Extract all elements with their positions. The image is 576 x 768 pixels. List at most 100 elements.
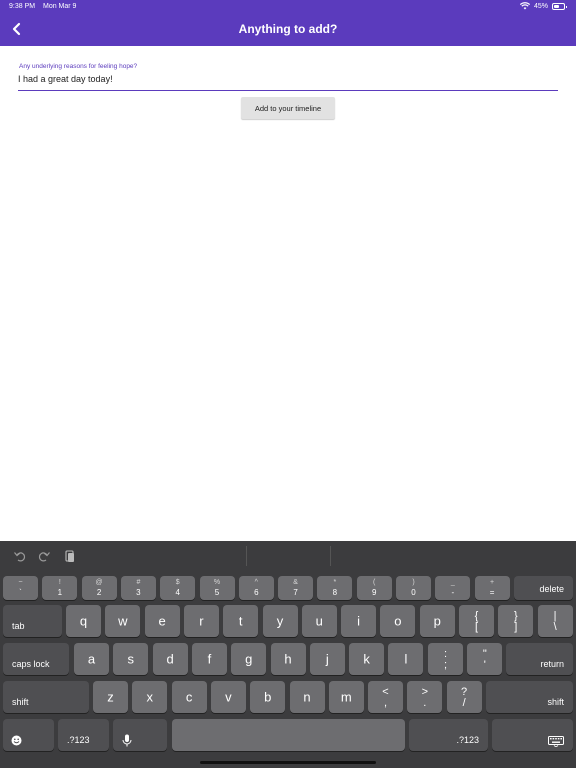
key-r[interactable]: r <box>183 605 219 637</box>
key-label: * <box>333 579 337 586</box>
key-label: r <box>199 613 204 629</box>
key-label: 3 <box>136 588 141 597</box>
wifi-icon <box>519 2 530 10</box>
key-label: f <box>207 651 212 667</box>
key-f[interactable]: f <box>191 643 227 675</box>
key-row1-11[interactable]: _ - <box>435 576 471 600</box>
key-row1-9[interactable]: (9 <box>356 576 392 600</box>
key-label: $ <box>175 579 180 586</box>
key-row3-sym-1[interactable]: " ' <box>467 643 503 675</box>
key-m[interactable]: m <box>328 681 364 713</box>
key-label: g <box>245 651 253 667</box>
key-d[interactable]: d <box>152 643 188 675</box>
key-j[interactable]: j <box>309 643 345 675</box>
key-row1-6[interactable]: ^ 6 <box>238 576 274 600</box>
key-l[interactable]: l <box>388 643 424 675</box>
key-row2-sym-2[interactable]: | \ <box>537 605 573 637</box>
add-to-timeline-button[interactable]: Add to your timeline <box>241 97 335 119</box>
key-g[interactable]: g <box>231 643 267 675</box>
microphone-icon <box>122 734 132 747</box>
keyboard-dismiss-key[interactable] <box>492 719 573 751</box>
key-k[interactable]: k <box>349 643 385 675</box>
key-label: m <box>340 689 352 705</box>
key-i[interactable]: i <box>341 605 377 637</box>
key-label: e <box>158 613 166 629</box>
key-row1-12[interactable]: + = <box>474 576 510 600</box>
key-v[interactable]: v <box>210 681 246 713</box>
key-row1-1[interactable]: ! 1 <box>42 576 78 600</box>
key-row4-sym-2[interactable]: ? / <box>446 681 482 713</box>
key-label: d <box>166 651 174 667</box>
reason-input[interactable] <box>18 72 558 91</box>
key-row1-0[interactable]: ~ ` <box>3 576 38 600</box>
key-row1-4[interactable]: $4 <box>160 576 196 600</box>
caps-lock-key[interactable]: caps lock <box>3 643 69 675</box>
numbers-key-right[interactable]: .?123 <box>409 719 488 751</box>
key-b[interactable]: b <box>250 681 286 713</box>
key-n[interactable]: n <box>289 681 325 713</box>
key-row2-sym-0[interactable]: {[ <box>459 605 494 637</box>
redo-icon[interactable] <box>37 549 51 563</box>
key-label: ; <box>443 659 448 671</box>
shift-right-key[interactable]: shift <box>486 681 573 713</box>
key-row2-sym-1[interactable]: }] <box>498 605 534 637</box>
emoji-key[interactable] <box>3 719 54 751</box>
toolbar-divider <box>246 546 247 566</box>
dictation-key[interactable] <box>113 719 167 751</box>
key-row4-sym-1[interactable]: >. <box>407 681 443 713</box>
key-label: t <box>238 613 243 629</box>
key-label: i <box>357 613 361 629</box>
key-row1-10[interactable]: ) 0 <box>396 576 431 600</box>
key-row1-8[interactable]: * 8 <box>317 576 353 600</box>
key-label: ^ <box>254 579 258 586</box>
key-row1-2[interactable]: @2 <box>81 576 117 600</box>
key-s[interactable]: s <box>113 643 149 675</box>
page-title: Anything to add? <box>238 22 338 36</box>
key-q[interactable]: q <box>66 605 101 637</box>
key-p[interactable]: p <box>419 605 455 637</box>
shift-left-key[interactable]: shift <box>3 681 89 713</box>
key-w[interactable]: w <box>105 605 141 637</box>
key-c[interactable]: c <box>171 681 207 713</box>
key-u[interactable]: u <box>301 605 337 637</box>
key-label: w <box>118 613 128 629</box>
key-e[interactable]: e <box>144 605 180 637</box>
key-t[interactable]: t <box>223 605 259 637</box>
key-label: 5 <box>214 588 220 597</box>
key-label: o <box>394 613 402 629</box>
tab-key[interactable]: tab <box>3 605 62 637</box>
numbers-key-left[interactable]: .?123 <box>58 719 109 751</box>
key-label: [ <box>474 621 479 633</box>
key-label: 8 <box>332 588 338 597</box>
key-label: ] <box>514 621 518 633</box>
key-o[interactable]: o <box>380 605 416 637</box>
key-y[interactable]: y <box>262 605 298 637</box>
delete-key[interactable]: delete <box>514 576 573 600</box>
key-row3-sym-0[interactable]: :; <box>428 643 463 675</box>
key-label: c <box>185 689 193 705</box>
key-h[interactable]: h <box>270 643 306 675</box>
key-row4-sym-0[interactable]: <, <box>368 681 403 713</box>
status-date: Mon Mar 9 <box>43 3 77 10</box>
battery-icon <box>552 2 567 10</box>
battery-percent: 45% <box>533 2 548 10</box>
key-label: # <box>136 579 141 586</box>
key-a[interactable]: a <box>74 643 109 675</box>
return-key[interactable]: return <box>506 643 573 675</box>
key-x[interactable]: x <box>132 681 168 713</box>
key-label: q <box>79 613 88 629</box>
key-label: , <box>383 697 388 709</box>
key-row1-3[interactable]: #3 <box>120 576 156 600</box>
key-label: k <box>363 651 370 667</box>
space-key[interactable] <box>172 719 405 751</box>
key-label: x <box>146 689 154 705</box>
key-z[interactable]: z <box>93 681 128 713</box>
key-row1-7[interactable]: & 7 <box>278 576 314 600</box>
key-label: caps lock <box>12 659 50 669</box>
key-label: s <box>127 651 135 667</box>
key-label: .?123 <box>67 735 90 745</box>
keyboard-dismiss-icon <box>548 736 564 747</box>
paste-icon[interactable] <box>63 549 77 563</box>
undo-icon[interactable] <box>13 549 27 563</box>
key-row1-5[interactable]: % 5 <box>199 576 235 600</box>
